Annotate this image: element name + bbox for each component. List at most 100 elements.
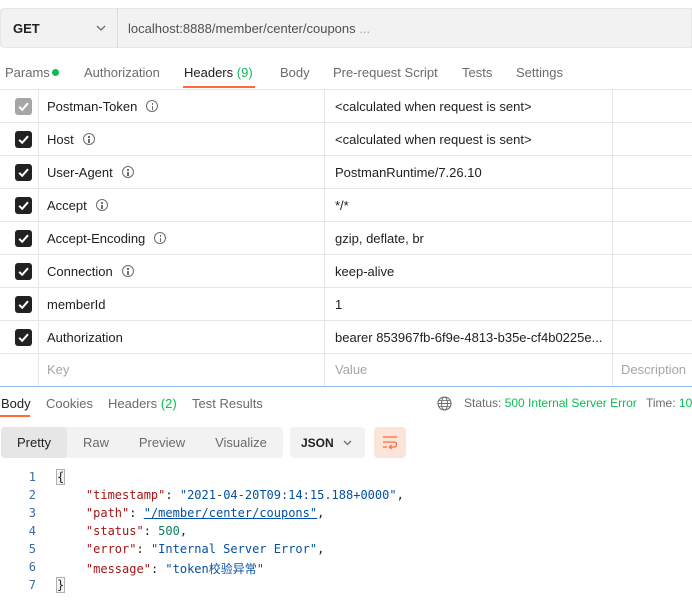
- checkbox-checked-icon[interactable]: [15, 164, 32, 181]
- column-divider: [324, 255, 325, 287]
- headers-table: Postman-Token <calculated when request is…: [0, 89, 692, 387]
- header-key[interactable]: Postman-Token: [47, 99, 159, 114]
- response-divider[interactable]: [0, 386, 692, 387]
- info-icon[interactable]: [121, 265, 134, 277]
- column-divider: [612, 321, 613, 353]
- response-status[interactable]: Status: 500 Internal Server Error: [464, 396, 637, 410]
- header-key[interactable]: Accept: [47, 198, 108, 213]
- response-tab-headers-label: Headers: [108, 396, 158, 411]
- view-raw-button[interactable]: Raw: [67, 427, 125, 458]
- tab-params[interactable]: Params: [5, 65, 50, 80]
- header-value[interactable]: 1: [335, 297, 610, 312]
- code-line: 1{: [0, 468, 692, 486]
- checkbox-checked-icon[interactable]: [15, 263, 32, 280]
- tab-prerequest-script[interactable]: Pre-request Script: [333, 65, 438, 80]
- checkbox-checked-icon[interactable]: [15, 329, 32, 346]
- json-value[interactable]: "/member/center/coupons": [144, 506, 317, 520]
- tab-body[interactable]: Body: [280, 65, 310, 80]
- header-value[interactable]: bearer 853967fb-6f9e-4813-b35e-cf4b0225e…: [335, 330, 610, 345]
- tab-settings[interactable]: Settings: [516, 65, 563, 80]
- column-divider: [324, 288, 325, 320]
- json-value: "token校验异常": [165, 562, 264, 576]
- url-input[interactable]: localhost:8888/member/center/coupons ...: [117, 8, 692, 48]
- tab-authorization[interactable]: Authorization: [84, 65, 160, 80]
- view-preview-button[interactable]: Preview: [125, 427, 199, 458]
- header-row: User-Agent PostmanRuntime/7.26.10: [0, 156, 692, 189]
- info-icon[interactable]: [82, 133, 95, 145]
- header-key[interactable]: Authorization: [47, 330, 123, 345]
- column-divider: [612, 189, 613, 221]
- code-text: "message": "token校验异常": [85, 562, 264, 576]
- checkbox-checked-icon[interactable]: [15, 230, 32, 247]
- info-icon[interactable]: [121, 166, 134, 178]
- new-header-key-input[interactable]: Key: [47, 362, 69, 377]
- response-tab-test-results[interactable]: Test Results: [192, 396, 263, 411]
- json-key: "status": [85, 524, 144, 538]
- info-icon[interactable]: [154, 232, 167, 244]
- column-divider: [38, 222, 39, 254]
- header-row: Authorization bearer 853967fb-6f9e-4813-b…: [0, 321, 692, 354]
- response-tab-body[interactable]: Body: [1, 396, 31, 411]
- view-visualize-button[interactable]: Visualize: [199, 427, 283, 458]
- response-time[interactable]: Time: 10: [646, 396, 692, 410]
- line-number: 7: [28, 578, 36, 592]
- line-number: 1: [28, 470, 36, 484]
- response-body-code[interactable]: 1{2 "timestamp": "2021-04-20T09:14:15.18…: [0, 468, 692, 609]
- info-icon[interactable]: [146, 100, 159, 112]
- column-divider: [38, 288, 39, 320]
- new-header-description-input[interactable]: Description: [621, 362, 686, 377]
- header-key[interactable]: User-Agent: [47, 165, 134, 180]
- column-divider: [324, 222, 325, 254]
- info-icon[interactable]: [95, 199, 108, 211]
- params-indicator-dot: [52, 69, 59, 76]
- url-value: localhost:8888/member/center/coupons: [128, 21, 356, 36]
- header-row: Host <calculated when request is sent>: [0, 123, 692, 156]
- header-value[interactable]: PostmanRuntime/7.26.10: [335, 165, 610, 180]
- header-key-text: Authorization: [47, 330, 123, 345]
- column-divider: [38, 90, 39, 122]
- json-value: "2021-04-20T09:14:15.188+0000": [179, 488, 397, 502]
- header-key[interactable]: Connection: [47, 264, 134, 279]
- format-select[interactable]: JSON: [290, 427, 365, 458]
- header-value[interactable]: <calculated when request is sent>: [335, 132, 610, 147]
- column-divider: [324, 156, 325, 188]
- open-brace: {: [55, 469, 66, 485]
- line-number: 3: [28, 506, 36, 520]
- header-key[interactable]: Host: [47, 132, 95, 147]
- header-key-text: Postman-Token: [47, 99, 138, 114]
- column-divider: [612, 90, 613, 122]
- header-value[interactable]: */*: [335, 198, 610, 213]
- code-line: 5 "error": "Internal Server Error",: [0, 540, 692, 558]
- column-divider: [38, 123, 39, 155]
- column-divider: [324, 189, 325, 221]
- column-divider: [38, 156, 39, 188]
- globe-icon[interactable]: [437, 396, 452, 411]
- checkbox-checked-icon[interactable]: [15, 197, 32, 214]
- header-key[interactable]: Accept-Encoding: [47, 231, 167, 246]
- new-header-value-input[interactable]: Value: [335, 362, 610, 377]
- column-divider: [324, 123, 325, 155]
- header-value[interactable]: <calculated when request is sent>: [335, 99, 610, 114]
- response-tab-cookies[interactable]: Cookies: [46, 396, 93, 411]
- line-number: 5: [28, 542, 36, 556]
- header-key[interactable]: memberId: [47, 297, 106, 312]
- method-select[interactable]: GET: [0, 8, 117, 48]
- response-tab-headers[interactable]: Headers (2): [108, 396, 177, 411]
- wrap-lines-button[interactable]: [374, 427, 406, 458]
- column-divider: [38, 255, 39, 287]
- header-value[interactable]: gzip, deflate, br: [335, 231, 610, 246]
- line-number: 4: [28, 524, 36, 538]
- wrap-lines-icon: [383, 436, 398, 450]
- tab-tests[interactable]: Tests: [462, 65, 492, 80]
- tab-headers[interactable]: Headers (9): [184, 65, 253, 80]
- json-key: "path": [85, 506, 130, 520]
- checkbox-checked-icon[interactable]: [15, 131, 32, 148]
- column-divider: [38, 321, 39, 353]
- code-line: 7}: [0, 576, 692, 594]
- header-row: Accept */*: [0, 189, 692, 222]
- header-value[interactable]: keep-alive: [335, 264, 610, 279]
- view-mode-toggle: Pretty Raw Preview Visualize: [1, 427, 283, 458]
- checkbox-checked-icon[interactable]: [15, 296, 32, 313]
- status-label: Status:: [464, 396, 502, 410]
- view-pretty-button[interactable]: Pretty: [1, 427, 67, 458]
